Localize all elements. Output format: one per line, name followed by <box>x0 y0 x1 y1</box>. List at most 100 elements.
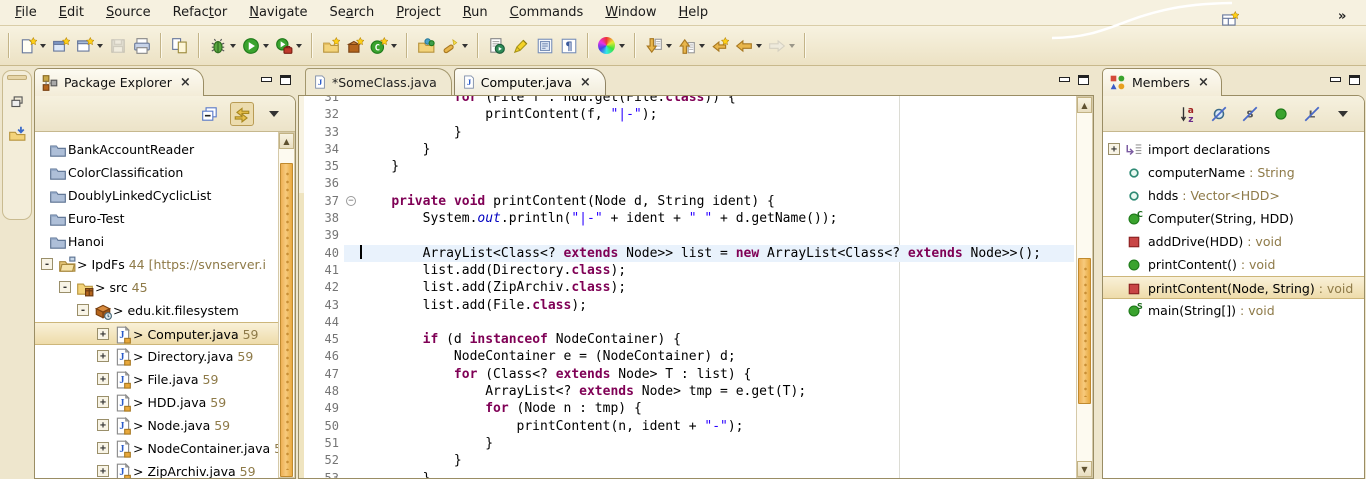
menu-refactor[interactable]: Refactor <box>162 2 239 23</box>
hide-local-types-button[interactable]: L <box>1301 103 1323 125</box>
scroll-down-arrow[interactable]: ▼ <box>1077 461 1092 477</box>
code-line-37[interactable]: 37− private void printContent(Node d, St… <box>299 193 1074 210</box>
chevron-down-icon[interactable] <box>789 44 795 48</box>
expand-icon[interactable]: + <box>97 396 109 408</box>
show-source-button[interactable] <box>533 32 557 60</box>
code-line-32[interactable]: 32 printContent(f, "|-"); <box>299 106 1074 123</box>
code-text[interactable]: } <box>360 141 430 158</box>
show-whitespace-button[interactable]: ¶ <box>557 32 581 60</box>
code-line-44[interactable]: 44 <box>299 314 1074 331</box>
code-text[interactable]: printContent(n, ident + "-"); <box>360 418 744 435</box>
scrollbar-thumb[interactable] <box>280 163 293 477</box>
menu-file[interactable]: File <box>4 2 48 23</box>
scroll-up-arrow[interactable]: ▲ <box>1077 97 1092 113</box>
editor-scrollbar[interactable]: ▲ ▼ <box>1076 96 1093 478</box>
collapse-icon[interactable]: - <box>77 304 89 316</box>
code-line-39[interactable]: 39 <box>299 227 1074 244</box>
code-line-47[interactable]: 47 for (Class<? extends Node> T : list) … <box>299 366 1074 383</box>
back-button[interactable] <box>732 32 765 60</box>
code-text[interactable]: printContent(f, "|-"); <box>360 106 657 123</box>
code-line-42[interactable]: 42 list.add(ZipArchiv.class); <box>299 279 1074 296</box>
tree-item-directory-java[interactable]: +J> Directory.java 59 <box>35 345 295 368</box>
editor-tab-computer-java[interactable]: JComputer.java× <box>454 68 606 95</box>
save-button[interactable] <box>106 32 130 60</box>
tree-item-ipdfs[interactable]: -> IpdFs 44 [https://svnserver.i <box>35 253 295 276</box>
tree-item-file-java[interactable]: +J> File.java 59 <box>35 368 295 391</box>
code-line-50[interactable]: 50 printContent(n, ident + "-"); <box>299 418 1074 435</box>
member-item-computer-string-hdd-[interactable]: CComputer(String, HDD) <box>1103 207 1364 230</box>
editor-tab--someclass-java[interactable]: J*SomeClass.java <box>305 68 452 95</box>
member-item-main-string-[interactable]: Smain(String[]) : void <box>1103 299 1364 322</box>
member-item-hdds[interactable]: hdds : Vector<HDD> <box>1103 184 1364 207</box>
code-text[interactable]: System.out.println("|-" + ident + " " + … <box>360 210 837 227</box>
code-line-46[interactable]: 46 NodeContainer e = (NodeContainer) d; <box>299 348 1074 365</box>
code-text[interactable]: } <box>360 435 493 452</box>
new-button[interactable] <box>16 32 49 60</box>
member-item-import-declarations[interactable]: +import declarations <box>1103 138 1364 161</box>
code-line-36[interactable]: 36 <box>299 175 1074 192</box>
code-text[interactable]: for (Node n : tmp) { <box>360 400 642 417</box>
expand-icon[interactable]: + <box>97 350 109 362</box>
code-text[interactable]: } <box>360 470 430 478</box>
tree-item-hdd-java[interactable]: +J> HDD.java 59 <box>35 391 295 414</box>
hide-fields-button[interactable] <box>1208 103 1230 125</box>
collapse-icon[interactable]: - <box>59 281 71 293</box>
view-menu-icon[interactable] <box>269 111 279 117</box>
chevron-down-icon[interactable] <box>296 44 302 48</box>
maximize-button[interactable] <box>280 75 291 85</box>
code-line-35[interactable]: 35 } <box>299 158 1074 175</box>
minimize-button[interactable] <box>1059 76 1070 85</box>
menu-help[interactable]: Help <box>668 2 720 23</box>
code-text[interactable]: list.add(Directory.class); <box>360 262 626 279</box>
previous-annotation-button[interactable] <box>675 32 708 60</box>
members-tab[interactable]: Members × <box>1102 68 1222 96</box>
code-text[interactable]: list.add(ZipArchiv.class); <box>360 279 626 296</box>
code-line-34[interactable]: 34 } <box>299 141 1074 158</box>
member-item-printcontent-[interactable]: printContent() : void <box>1103 253 1364 276</box>
run-task-button[interactable] <box>485 32 509 60</box>
code-line-31[interactable]: 31 for (File f : hdd.get(File.class)) { <box>299 96 1074 106</box>
code-text[interactable]: for (File f : hdd.get(File.class)) { <box>360 96 736 106</box>
view-menu-button[interactable] <box>263 103 285 125</box>
chevron-down-icon[interactable] <box>230 44 236 48</box>
expand-icon[interactable]: + <box>97 373 109 385</box>
menu-search[interactable]: Search <box>319 2 386 23</box>
new-wizard-button[interactable] <box>73 32 106 60</box>
fold-column[interactable]: − <box>344 193 360 210</box>
open-perspective-button[interactable] <box>1218 6 1242 34</box>
chevron-down-icon[interactable] <box>666 44 672 48</box>
minimize-button[interactable] <box>1330 76 1341 85</box>
close-icon[interactable]: × <box>180 75 191 90</box>
close-icon[interactable]: × <box>1198 75 1209 90</box>
chevron-down-icon[interactable] <box>462 44 468 48</box>
print-button[interactable] <box>130 32 154 60</box>
package-explorer-tab[interactable]: Package Explorer × <box>34 68 204 96</box>
restore-views-button[interactable] <box>7 92 27 112</box>
code-text[interactable]: list.add(File.class); <box>360 297 587 314</box>
link-with-editor-button[interactable] <box>230 102 254 126</box>
chevron-down-icon[interactable] <box>619 44 625 48</box>
new-java-project-button[interactable] <box>319 32 343 60</box>
tree-item-colorclassification[interactable]: ColorClassification <box>35 161 295 184</box>
run-button[interactable] <box>239 32 272 60</box>
open-type-button[interactable] <box>414 32 438 60</box>
code-text[interactable]: if (d instanceof NodeContainer) { <box>360 331 681 348</box>
new-class-button[interactable]: C <box>367 32 400 60</box>
toolbar-overflow-chevron[interactable]: » <box>1338 9 1346 24</box>
scroll-up-arrow[interactable]: ▲ <box>279 133 294 149</box>
last-edit-location-button[interactable] <box>708 32 732 60</box>
menu-project[interactable]: Project <box>385 2 452 23</box>
code-text[interactable]: NodeContainer e = (NodeContainer) d; <box>360 348 736 365</box>
hide-static-button[interactable]: S <box>1239 103 1261 125</box>
tree-item-edu-kit-filesystem[interactable]: -> edu.kit.filesystem <box>35 299 295 322</box>
code-line-53[interactable]: 53 } <box>299 470 1074 478</box>
code-text[interactable]: ArrayList<? extends Node> tmp = e.get(T)… <box>360 383 806 400</box>
chevron-down-icon[interactable] <box>391 44 397 48</box>
member-item-adddrive-hdd-[interactable]: addDrive(HDD) : void <box>1103 230 1364 253</box>
expand-icon[interactable]: + <box>97 442 109 454</box>
code-line-41[interactable]: 41 list.add(Directory.class); <box>299 262 1074 279</box>
external-tools-button[interactable] <box>272 32 305 60</box>
expand-icon[interactable]: + <box>97 419 109 431</box>
tree-item-node-java[interactable]: +J> Node.java 59 <box>35 414 295 437</box>
hide-non-public-button[interactable] <box>1270 103 1292 125</box>
